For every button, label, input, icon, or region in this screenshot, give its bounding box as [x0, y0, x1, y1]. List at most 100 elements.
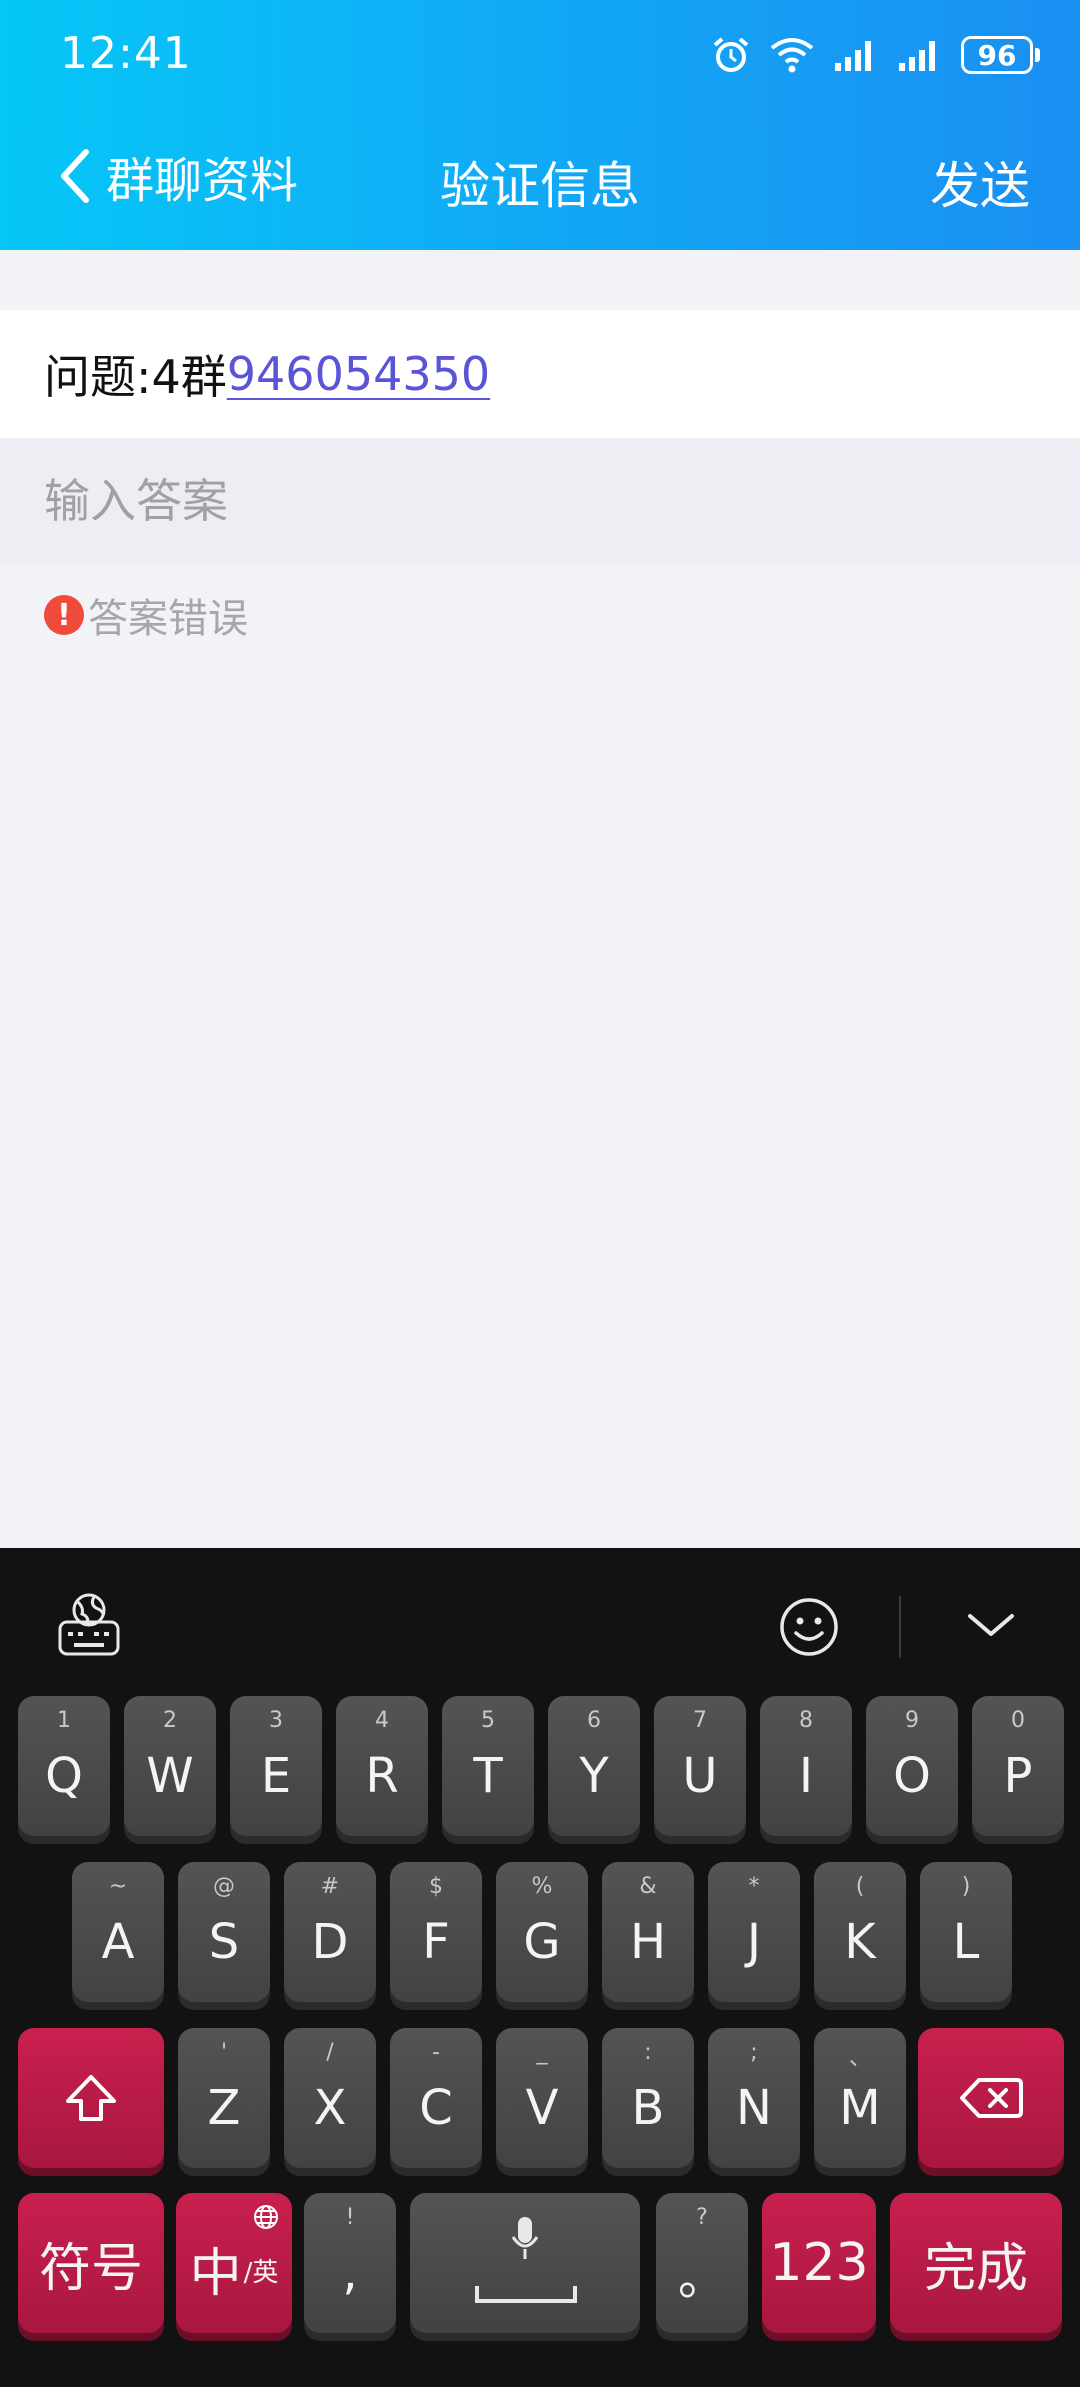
key-letter: O [893, 1748, 931, 1804]
key-hint: 6 [587, 1708, 601, 1733]
key-k[interactable]: (K [814, 1862, 906, 2002]
key-o[interactable]: 9O [866, 1696, 958, 1836]
key-d[interactable]: # D [284, 1862, 376, 2002]
key-c[interactable]: -C [390, 2028, 482, 2168]
key-s[interactable]: @ S [178, 1862, 270, 2002]
shift-key[interactable] [18, 2028, 164, 2168]
key-letter: T [473, 1748, 503, 1804]
group-number-link[interactable]: 946054350 [227, 347, 490, 401]
key-t[interactable]: 5T [442, 1696, 534, 1836]
numbers-key[interactable]: 123 [762, 2193, 876, 2333]
question-prefix: 问题:4群 [44, 350, 227, 404]
key-b[interactable]: :B [602, 2028, 694, 2168]
key-q[interactable]: 1Q [18, 1696, 110, 1836]
key-hint: ( [855, 1874, 865, 1899]
key-letter: Q [45, 1748, 83, 1804]
answer-field[interactable] [0, 438, 1080, 564]
key-y[interactable]: 6Y [548, 1696, 640, 1836]
question-row: 问题:4群 946054350 [0, 310, 1080, 438]
key-letter: Y [579, 1748, 609, 1804]
key-n[interactable]: ; N [708, 2028, 800, 2168]
key-letter: H [629, 1914, 667, 1970]
shift-icon [66, 2075, 116, 2121]
key-letter: I [798, 1748, 814, 1804]
key-letter: F [422, 1914, 450, 1970]
key-hint: 9 [905, 1708, 919, 1733]
key-hint: ~ [108, 1874, 128, 1899]
key-letter: W [146, 1748, 194, 1804]
signal-icon-1 [835, 41, 871, 71]
key-i[interactable]: 8I [760, 1696, 852, 1836]
key-a[interactable]: ~ A [72, 1862, 164, 2002]
key-x[interactable]: / X [284, 2028, 376, 2168]
key-w[interactable]: 2W [124, 1696, 216, 1836]
key-hint: : [644, 2040, 652, 2065]
send-button[interactable]: 发送 [930, 146, 1030, 218]
key-p[interactable]: 0P [972, 1696, 1064, 1836]
space-key[interactable] [410, 2193, 640, 2333]
key-hint: 5 [481, 1708, 495, 1733]
period-main: 。 [677, 2250, 726, 2306]
comma-main: , [342, 2245, 358, 2301]
key-u[interactable]: 7U [654, 1696, 746, 1836]
signal-icon-2 [899, 41, 935, 71]
key-letter: C [419, 2080, 453, 2136]
key-hint: 、 [848, 2046, 871, 2071]
page-title: 验证信息 [440, 157, 640, 215]
key-letter: V [525, 2080, 559, 2136]
key-letter: Z [207, 2080, 241, 2136]
keyboard-language-icon[interactable] [56, 1592, 122, 1662]
key-letter: A [101, 1914, 135, 1970]
key-z[interactable]: ' Z [178, 2028, 270, 2168]
period-key[interactable]: ? 。 [656, 2193, 748, 2333]
collapse-keyboard-icon[interactable] [966, 1610, 1016, 1644]
lang-main-label: 中 [189, 2243, 242, 2304]
period-sub: ? [696, 2205, 708, 2230]
key-hint: * [748, 1874, 760, 1899]
key-hint: & [639, 1874, 657, 1899]
key-hint: ; [750, 2040, 758, 2065]
soft-keyboard: 1Q2W3E4R5T6Y7U8I9O0P ~ A @ S # D $ F% G & H * J(K) L … [0, 1548, 1080, 2387]
key-letter: K [844, 1914, 876, 1970]
key-v[interactable]: _ V [496, 2028, 588, 2168]
done-key[interactable]: 完成 [890, 2193, 1062, 2333]
comma-key[interactable]: ! , [304, 2193, 396, 2333]
key-hint: 2 [163, 1708, 177, 1733]
key-letter: B [631, 2080, 665, 2136]
key-hint: % [531, 1874, 553, 1899]
key-e[interactable]: 3E [230, 1696, 322, 1836]
wifi-icon [770, 38, 814, 73]
chinese-english-toggle-key[interactable]: 中/英 [176, 2193, 292, 2333]
key-l[interactable]: ) L [920, 1862, 1012, 2002]
numbers-label: 123 [769, 2233, 869, 2293]
key-letter: S [208, 1914, 240, 1970]
toolbar-divider [899, 1596, 901, 1658]
key-hint: ) [961, 1874, 971, 1899]
key-hint: 3 [269, 1708, 283, 1733]
emoji-icon[interactable] [778, 1596, 840, 1662]
space-bar-icon [475, 2286, 577, 2303]
error-text: 答案错误 [88, 596, 248, 642]
key-r[interactable]: 4R [336, 1696, 428, 1836]
alarm-icon [713, 37, 749, 72]
symbols-key[interactable]: 符号 [18, 2193, 164, 2333]
key-letter: J [746, 1914, 762, 1970]
key-f[interactable]: $ F [390, 1862, 482, 2002]
key-letter: U [682, 1748, 718, 1804]
backspace-key[interactable] [918, 2028, 1064, 2168]
key-letter: R [365, 1748, 399, 1804]
key-g[interactable]: % G [496, 1862, 588, 2002]
key-hint: 0 [1011, 1708, 1025, 1733]
key-h[interactable]: & H [602, 1862, 694, 2002]
symbols-label: 符号 [38, 2238, 143, 2299]
key-letter: E [260, 1748, 292, 1804]
key-m[interactable]: 、 M [814, 2028, 906, 2168]
answer-input[interactable] [44, 474, 944, 528]
key-j[interactable]: * J [708, 1862, 800, 2002]
key-hint: - [432, 2040, 440, 2065]
key-hint: _ [536, 2040, 548, 2065]
done-label: 完成 [923, 2238, 1028, 2299]
key-hint: @ [213, 1874, 235, 1899]
key-letter: L [952, 1914, 980, 1970]
app-header: 12:41 96 群聊资料 验证信息 发送 [0, 0, 1080, 250]
